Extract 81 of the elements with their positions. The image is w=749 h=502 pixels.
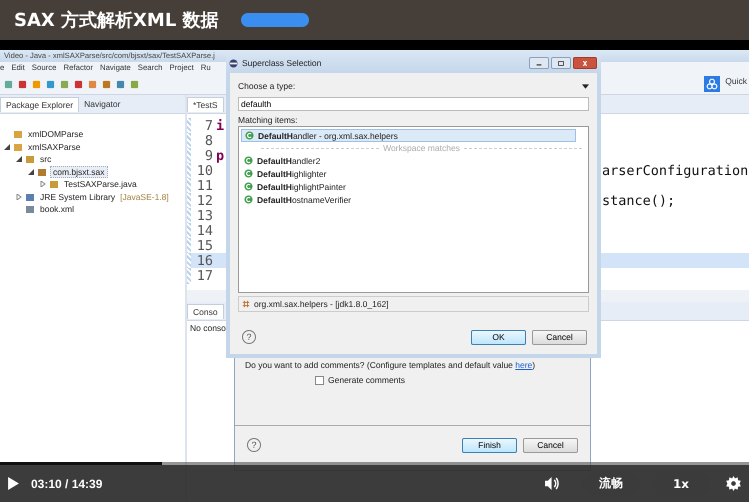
class-icon — [244, 169, 253, 178]
tree-item[interactable]: book.xml — [38, 204, 76, 214]
dropdown-arrow-icon[interactable] — [582, 84, 589, 88]
type-search-field[interactable]: defaulth — [238, 97, 589, 111]
line-number: 12 — [187, 192, 213, 208]
line-number: 9 — [187, 148, 213, 164]
eclipse-icon — [229, 58, 238, 68]
here-link[interactable]: here — [515, 360, 532, 370]
course-title: SAX 方式解析XML 数据 — [14, 9, 219, 32]
type-item[interactable]: DefaultHostnameVerifier — [241, 193, 586, 206]
package-icon — [242, 300, 250, 308]
class-icon — [244, 156, 253, 165]
separator-label: Workspace matches — [383, 143, 460, 153]
line-number: 14 — [187, 222, 213, 238]
dialog-button[interactable]: Cancel — [532, 330, 587, 344]
dialog-button[interactable]: Finish — [462, 438, 517, 452]
library-icon — [25, 192, 35, 202]
view-tab[interactable]: Package Explorer — [0, 96, 80, 112]
field-label: Choose a type: — [238, 81, 296, 91]
status-text: org.xml.sax.helpers - [jdk1.8.0_162] — [254, 299, 389, 309]
playback-time: 03:10 / 14:39 — [31, 476, 102, 490]
help-icon[interactable]: ? — [242, 330, 256, 344]
tree-item[interactable]: src — [38, 154, 54, 164]
class-icon — [244, 182, 253, 191]
minimize-button[interactable] — [529, 57, 549, 69]
field-label: Matching items: — [238, 114, 299, 126]
progress-bar[interactable] — [0, 462, 749, 465]
line-number: 11 — [187, 178, 213, 194]
settings-icon[interactable] — [726, 476, 741, 491]
maximize-button[interactable] — [551, 57, 571, 69]
view-tab[interactable]: Navigator — [79, 97, 126, 111]
package-icon — [37, 166, 47, 177]
line-number: 13 — [187, 208, 213, 224]
console-tab[interactable]: Conso — [187, 304, 224, 318]
line-number: 10 — [187, 162, 213, 178]
editor-tab[interactable]: *TestS — [187, 96, 224, 112]
tree-item[interactable]: JRE System Library — [38, 192, 118, 202]
help-icon[interactable]: ? — [247, 438, 261, 452]
type-item[interactable]: DefaultHandler - org.xml.sax.helpers — [241, 129, 576, 142]
expand-arrow-icon[interactable] — [16, 156, 22, 162]
expand-arrow-icon[interactable] — [4, 144, 10, 150]
quick-access-field[interactable]: Quick — [725, 76, 747, 86]
project-icon — [13, 129, 23, 140]
line-number: 15 — [187, 238, 213, 254]
xml-icon — [25, 204, 35, 214]
code-text: p — [216, 148, 224, 164]
java-icon — [49, 179, 59, 190]
maximize-icon — [557, 60, 565, 66]
line-number: 8 — [187, 132, 213, 148]
code-text: i — [216, 118, 224, 134]
comment-prompt: Do you want to add comments? (Configure templates and default value here) — [245, 360, 536, 370]
type-item[interactable]: DefaultHandler2 — [241, 154, 586, 167]
dialog-button[interactable]: Cancel — [523, 438, 578, 452]
tree-item[interactable]: com.bjsxt.sax — [50, 166, 108, 178]
tree-item[interactable]: xmlDOMParse — [26, 129, 86, 140]
line-number: 16 — [187, 252, 213, 268]
share-icon[interactable] — [703, 76, 722, 92]
type-item[interactable]: DefaultHighlightPainter — [241, 180, 586, 193]
checkbox-label: Generate comments — [328, 375, 406, 385]
type-item[interactable]: DefaultHighlighter — [241, 167, 586, 180]
dialog-button[interactable]: OK — [471, 330, 526, 344]
dialog-title: Superclass Selection — [242, 58, 322, 68]
close-icon — [581, 60, 589, 66]
volume-icon[interactable] — [545, 477, 560, 490]
checkbox[interactable] — [315, 376, 324, 384]
class-icon — [245, 131, 254, 140]
folder-icon — [25, 154, 35, 164]
code-text: stance(); — [602, 192, 676, 208]
console-text: No conso — [189, 322, 227, 335]
tree-item-detail: [JavaSE-1.8] — [120, 192, 169, 202]
play-icon[interactable] — [8, 477, 19, 490]
class-icon — [244, 195, 253, 204]
project-icon — [13, 142, 23, 152]
close-button[interactable] — [573, 57, 597, 69]
course-badge — [240, 13, 309, 27]
tree-item[interactable]: xmlSAXParse — [26, 142, 82, 152]
expand-arrow-icon[interactable] — [28, 168, 34, 175]
line-number: 17 — [187, 268, 213, 284]
line-number: 7 — [187, 118, 213, 134]
tree-item[interactable]: TestSAXParse.java — [62, 179, 139, 190]
code-text: arserConfiguration — [602, 162, 748, 178]
